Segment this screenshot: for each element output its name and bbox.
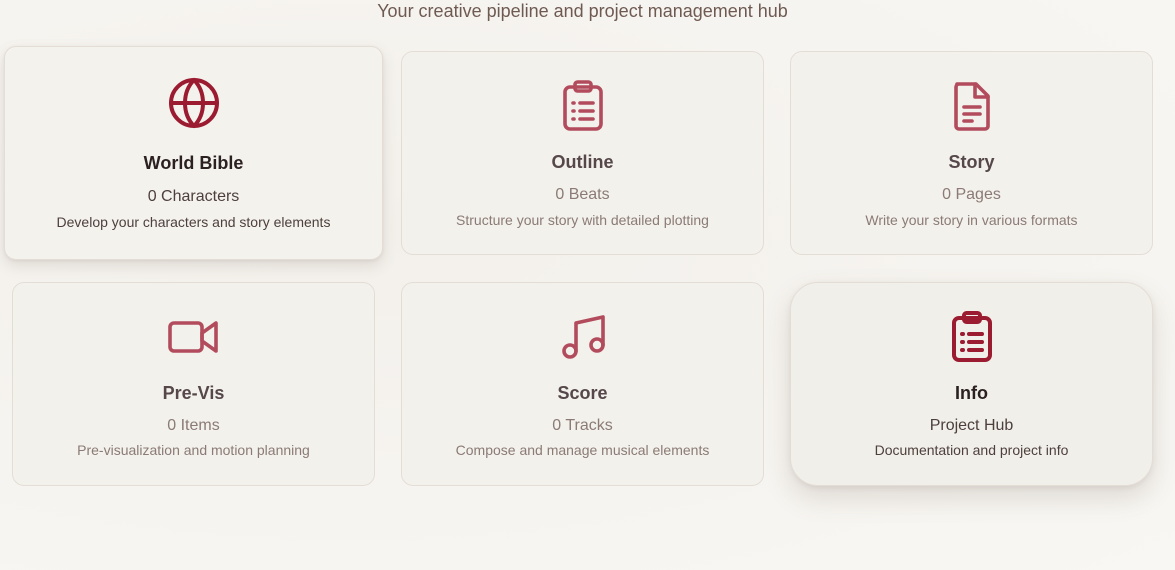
card-title: Pre-Vis <box>162 383 225 403</box>
card-title: Outline <box>551 152 614 172</box>
card-count: 0 Characters <box>147 188 240 205</box>
card-outline[interactable]: Outline 0 Beats Structure your story wit… <box>401 51 764 255</box>
card-count: Project Hub <box>929 417 1014 434</box>
music-note-icon <box>555 309 611 365</box>
card-story[interactable]: Story 0 Pages Write your story in variou… <box>790 51 1153 255</box>
card-count: 0 Pages <box>942 186 1001 203</box>
clipboard-list-icon <box>555 78 611 134</box>
card-description: Write your story in various formats <box>865 212 1078 228</box>
card-title: Score <box>557 383 608 403</box>
card-count: 0 Items <box>167 417 220 434</box>
video-camera-icon <box>166 309 222 365</box>
card-description: Documentation and project info <box>874 442 1069 458</box>
dashboard-page: Your creative pipeline and project manag… <box>0 0 1175 570</box>
card-info[interactable]: Info Project Hub Documentation and proje… <box>790 282 1153 486</box>
card-pre-vis[interactable]: Pre-Vis 0 Items Pre-visualization and mo… <box>12 282 375 486</box>
card-count: 0 Tracks <box>552 417 613 434</box>
page-subtitle: Your creative pipeline and project manag… <box>377 1 788 21</box>
globe-icon <box>166 75 222 131</box>
card-description: Pre-visualization and motion planning <box>77 442 310 458</box>
card-count: 0 Beats <box>555 186 610 203</box>
card-description: Structure your story with detailed plott… <box>456 212 709 228</box>
card-description: Develop your characters and story elemen… <box>56 214 331 230</box>
document-icon <box>944 78 1000 134</box>
card-title: Info <box>955 383 988 403</box>
card-description: Compose and manage musical elements <box>455 442 710 458</box>
card-world-bible[interactable]: World Bible 0 Characters Develop your ch… <box>4 46 383 260</box>
clipboard-list-icon <box>944 309 1000 365</box>
card-title: World Bible <box>143 153 244 173</box>
card-score[interactable]: Score 0 Tracks Compose and manage musica… <box>401 282 764 486</box>
card-title: Story <box>948 152 995 172</box>
